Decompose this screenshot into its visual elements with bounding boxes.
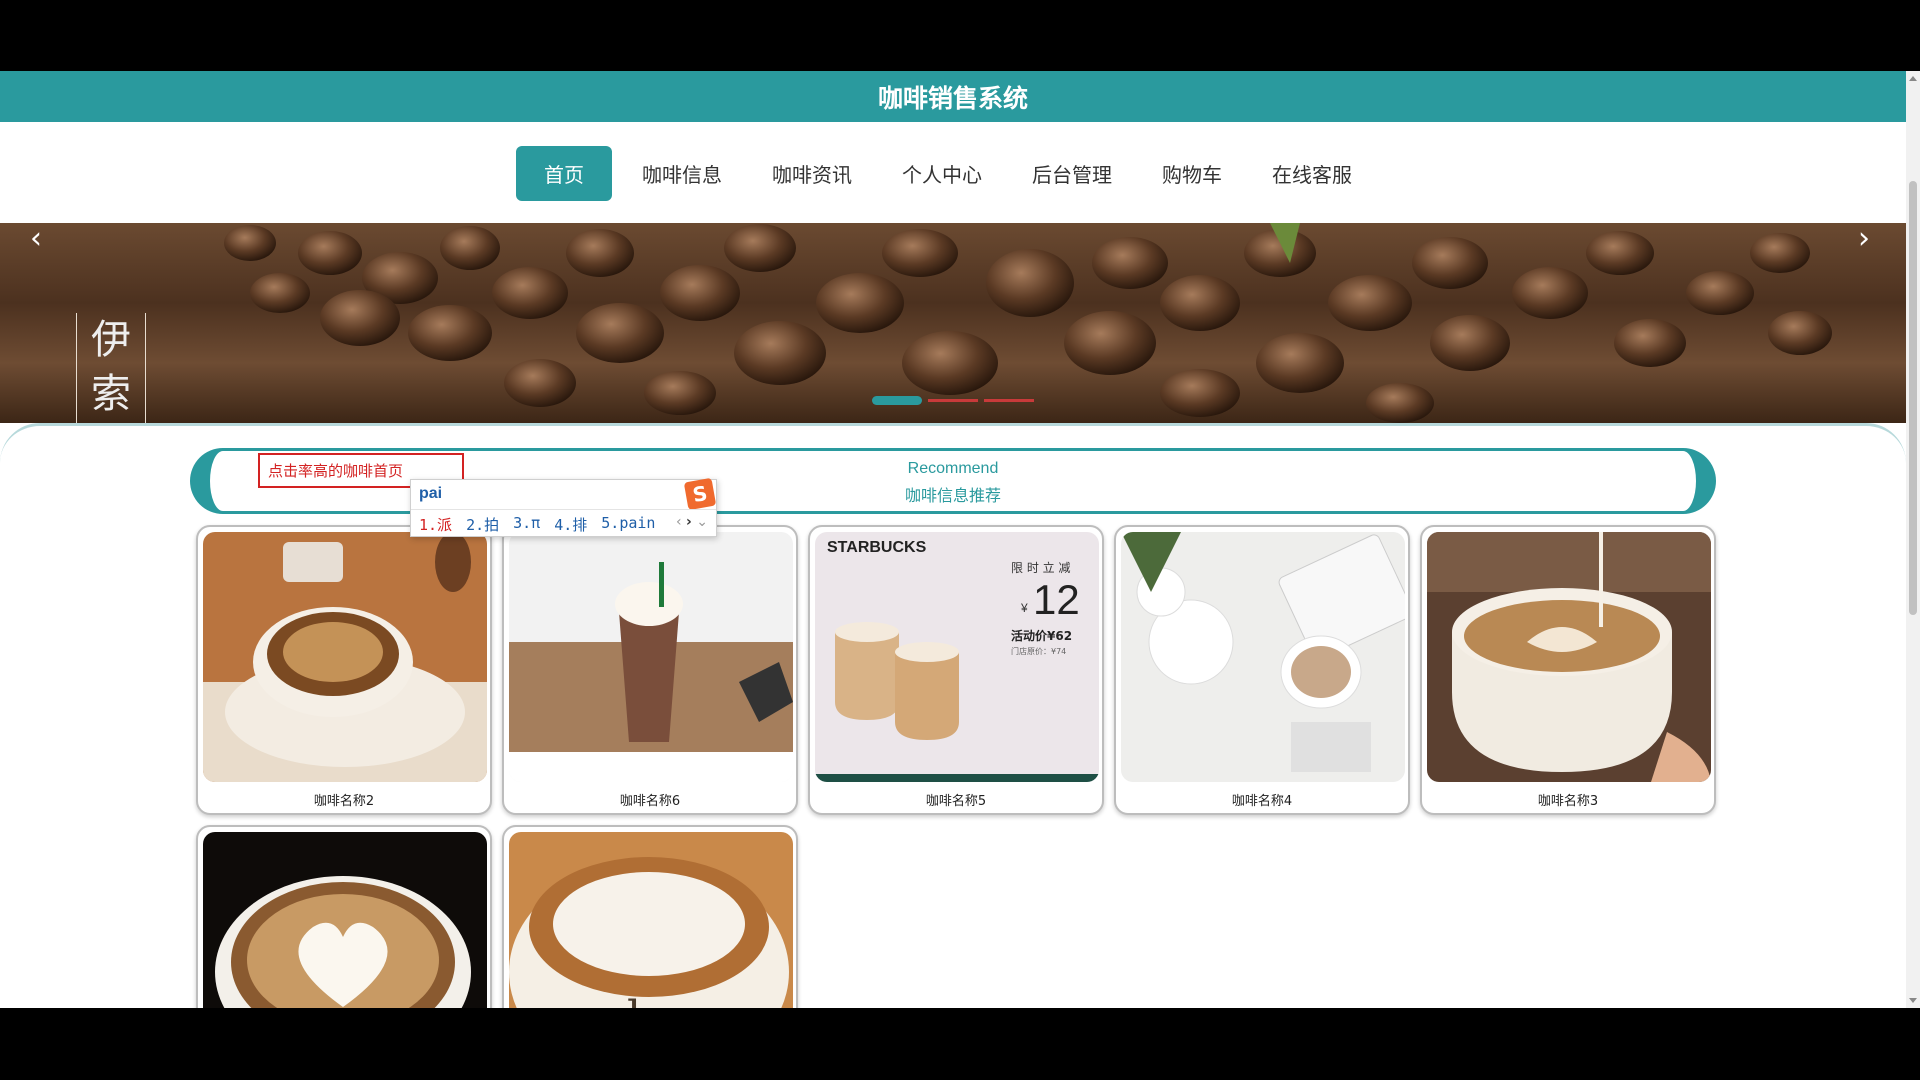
promo-brand: STARBUCKS	[827, 539, 927, 556]
screen: 咖啡销售系统 首页 咖啡信息 咖啡资讯 个人中心 后台管理 购物车 在线客服 伊…	[0, 0, 1920, 1080]
product-card[interactable]: 咖啡名称2	[196, 525, 492, 815]
product-name: 咖啡名称5	[925, 794, 987, 809]
carousel-dot-2[interactable]	[928, 399, 978, 402]
ime-logo-icon: S	[683, 477, 717, 511]
product-image	[203, 832, 487, 1008]
banner-side-text: 伊 索	[76, 313, 146, 423]
promo-headline: 限 时 立 减	[1011, 560, 1070, 575]
product-image	[1121, 532, 1405, 782]
ime-expand-icon[interactable]: ⌄	[696, 514, 708, 530]
product-card[interactable]	[196, 825, 492, 1008]
scroll-down-icon[interactable]	[1909, 998, 1917, 1003]
product-card[interactable]: 咖啡名称6	[502, 525, 798, 815]
ime-typed-text: pai	[419, 485, 443, 502]
promo-original: 门店原价：¥74	[1011, 646, 1066, 656]
ime-candidate[interactable]: 5.pain	[601, 514, 655, 535]
ime-prev-icon[interactable]: ‹	[676, 514, 682, 530]
product-name: 咖啡名称6	[619, 794, 681, 809]
recommend-section: Recommend 咖啡信息推荐 点击率高的咖啡首页 咖啡名称2 咖啡名称6 S…	[0, 423, 1906, 1008]
product-name: 咖啡名称3	[1537, 794, 1599, 809]
ime-candidate[interactable]: 1.派	[419, 514, 452, 535]
ime-candidate[interactable]: 4.排	[554, 514, 587, 535]
ime-next-icon[interactable]: ›	[686, 514, 692, 530]
scrollbar-thumb[interactable]	[1909, 181, 1917, 615]
product-card[interactable]: STARBUCKS 限 时 立 减 ¥ 12 活动价¥62 门店原价：¥74 咖…	[808, 525, 1104, 815]
carousel-dot-1[interactable]	[872, 396, 922, 405]
product-image: STARBUCKS 限 时 立 减 ¥ 12 活动价¥62 门店原价：¥74	[815, 532, 1099, 782]
nav-item-home[interactable]: 首页	[516, 146, 612, 201]
product-image: b	[509, 832, 793, 1008]
banner-carousel[interactable]: 伊 索 ‹ ›	[0, 223, 1906, 423]
main-nav: 首页 咖啡信息 咖啡资讯 个人中心 后台管理 购物车 在线客服	[0, 122, 1906, 223]
product-card[interactable]: 咖啡名称4	[1114, 525, 1410, 815]
promo-currency: ¥	[1020, 601, 1028, 615]
product-name: 咖啡名称4	[1231, 794, 1293, 809]
carousel-dot-3[interactable]	[984, 399, 1034, 402]
nav-item-customer-service[interactable]: 在线客服	[1252, 146, 1372, 201]
page-scrollbar[interactable]	[1906, 71, 1920, 1008]
ime-candidate[interactable]: 3.π	[513, 514, 540, 535]
product-image	[203, 532, 487, 782]
product-image	[1427, 532, 1711, 782]
ime-candidate-popup[interactable]: pai S 1.派 2.拍 3.π 4.排 5.pain ‹ › ⌄	[410, 477, 717, 537]
nav-item-cart[interactable]: 购物车	[1142, 146, 1242, 201]
promo-sale: 活动价¥62	[1011, 628, 1072, 643]
scroll-up-icon[interactable]	[1909, 76, 1917, 81]
product-card[interactable]: 咖啡名称3	[1420, 525, 1716, 815]
site-title-bar: 咖啡销售系统	[0, 71, 1906, 122]
promo-price: 12	[1033, 576, 1080, 623]
chevron-left-icon[interactable]: ‹	[30, 223, 42, 256]
product-card[interactable]: b	[502, 825, 798, 1008]
coffee-beans-image	[224, 223, 1832, 423]
nav-item-coffee-info[interactable]: 咖啡信息	[622, 146, 742, 201]
browser-page: 咖啡销售系统 首页 咖啡信息 咖啡资讯 个人中心 后台管理 购物车 在线客服 伊…	[0, 71, 1906, 1008]
ime-candidates: 1.派 2.拍 3.π 4.排 5.pain	[419, 514, 655, 535]
chevron-right-icon[interactable]: ›	[1858, 223, 1870, 256]
product-image	[509, 532, 793, 782]
ime-candidate[interactable]: 2.拍	[466, 514, 499, 535]
nav-item-personal-center[interactable]: 个人中心	[882, 146, 1002, 201]
ime-pager: ‹ › ⌄	[676, 514, 708, 530]
product-name: 咖啡名称2	[313, 794, 375, 809]
site-title: 咖啡销售系统	[877, 83, 1028, 113]
carousel-indicators	[872, 396, 1034, 405]
svg-text:b: b	[627, 992, 655, 1008]
nav-item-admin[interactable]: 后台管理	[1012, 146, 1132, 201]
nav-item-coffee-news[interactable]: 咖啡资讯	[752, 146, 872, 201]
